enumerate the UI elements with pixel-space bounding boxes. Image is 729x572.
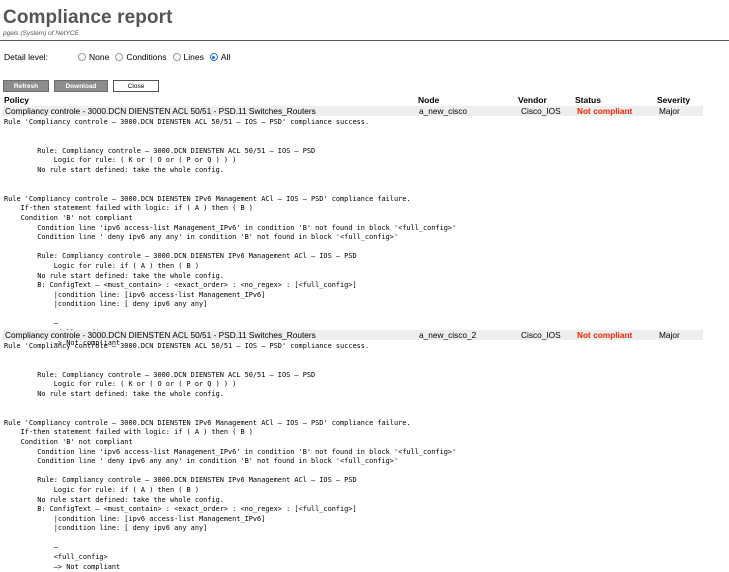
severity-cell: Major xyxy=(659,330,680,340)
column-header-policy: Policy xyxy=(4,95,30,105)
vendor-cell: Cisco_IOS xyxy=(521,330,561,340)
detail-option-conditions-label: Conditions xyxy=(126,52,167,62)
detail-level-label: Detail level: xyxy=(4,52,48,62)
title-divider xyxy=(0,40,729,41)
column-header-node: Node xyxy=(418,95,440,105)
page-subtitle: pgels (System) of NetYCE xyxy=(3,30,79,37)
compliance-log: Rule 'Compliancy controle – 3000.DCN DIE… xyxy=(4,118,457,347)
status-cell: Not compliant xyxy=(577,330,633,340)
detail-option-all[interactable]: All xyxy=(209,52,231,62)
table-row: Compliancy controle - 3000.DCN DIENSTEN … xyxy=(3,106,703,116)
radio-lines[interactable] xyxy=(172,53,181,61)
download-button[interactable]: Download xyxy=(54,80,108,92)
policy-cell: Compliancy controle - 3000.DCN DIENSTEN … xyxy=(5,330,316,340)
detail-option-lines-label: Lines xyxy=(183,52,204,62)
status-cell: Not compliant xyxy=(577,106,633,116)
page-title: Compliance report xyxy=(3,7,173,28)
column-header-severity: Severity xyxy=(657,95,691,105)
column-header-vendor: Vendor xyxy=(518,95,547,105)
table-row: Compliancy controle - 3000.DCN DIENSTEN … xyxy=(3,330,703,340)
node-cell: a_new_cisco_2 xyxy=(419,330,477,340)
detail-level-selector: Detail level: None Conditions Lines All xyxy=(4,51,304,63)
radio-conditions[interactable] xyxy=(115,53,124,61)
detail-option-lines[interactable]: Lines xyxy=(172,52,204,62)
detail-option-none[interactable]: None xyxy=(78,52,109,62)
radio-none[interactable] xyxy=(78,53,86,61)
refresh-button[interactable]: Refresh xyxy=(3,80,49,92)
table-header: Policy Node Vendor Status Severity xyxy=(4,95,729,105)
detail-option-all-label: All xyxy=(220,52,231,62)
action-buttons: Refresh Download Close xyxy=(3,80,159,92)
detail-option-none-label: None xyxy=(89,52,110,62)
vendor-cell: Cisco_IOS xyxy=(521,106,561,116)
close-button[interactable]: Close xyxy=(113,80,159,92)
compliance-log: Rule 'Compliancy controle – 3000.DCN DIE… xyxy=(4,342,457,571)
severity-cell: Major xyxy=(659,106,680,116)
radio-all[interactable] xyxy=(209,53,218,61)
policy-cell: Compliancy controle - 3000.DCN DIENSTEN … xyxy=(5,106,316,116)
column-header-status: Status xyxy=(575,95,601,105)
node-cell: a_new_cisco xyxy=(419,106,467,116)
detail-option-conditions[interactable]: Conditions xyxy=(115,52,167,62)
